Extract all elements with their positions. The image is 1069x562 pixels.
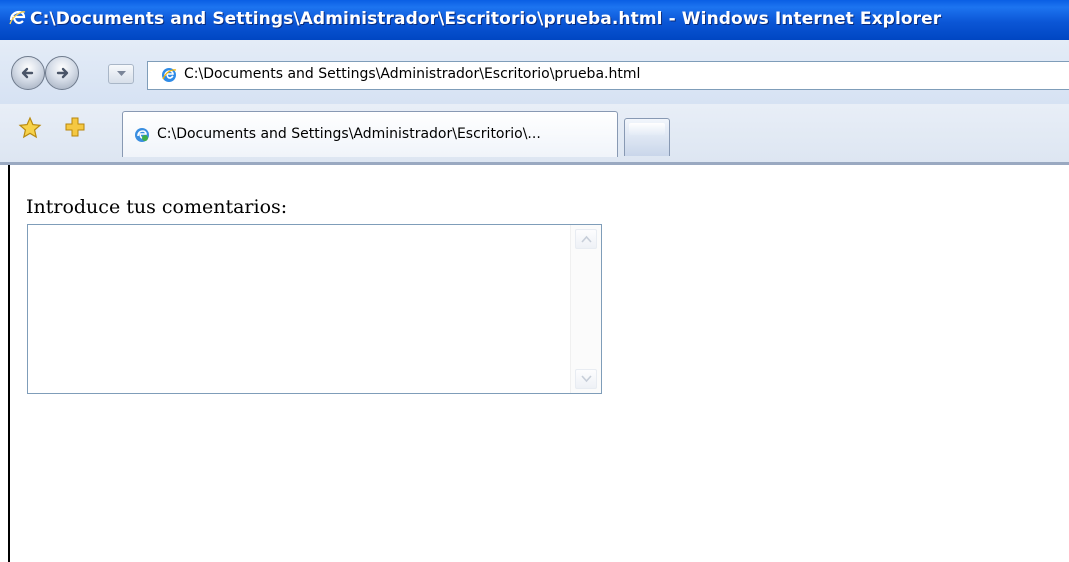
new-tab-button[interactable] <box>624 118 670 156</box>
tab-label: C:\Documents and Settings\Administrador\… <box>157 126 541 142</box>
address-url: C:\Documents and Settings\Administrador\… <box>184 66 641 82</box>
chevron-up-icon <box>581 235 592 243</box>
comments-textarea[interactable] <box>27 224 602 394</box>
chevron-down-icon <box>581 375 592 383</box>
scroll-down-button[interactable] <box>575 369 597 389</box>
add-favorite-icon[interactable] <box>64 116 86 138</box>
new-tab-highlight <box>629 123 665 135</box>
ie-tab-icon <box>135 128 149 142</box>
textarea-scrollbar[interactable] <box>570 225 601 393</box>
title-bar[interactable]: C:\Documents and Settings\Administrador\… <box>0 0 1069 41</box>
forward-button[interactable] <box>45 56 79 90</box>
scroll-up-button[interactable] <box>575 229 597 249</box>
address-bar[interactable]: C:\Documents and Settings\Administrador\… <box>147 61 1069 90</box>
tab-current-page[interactable]: C:\Documents and Settings\Administrador\… <box>122 111 618 157</box>
ie-page-icon <box>162 68 177 82</box>
forward-arrow-icon <box>56 67 69 79</box>
ie-window: C:\Documents and Settings\Administrador\… <box>0 0 1069 562</box>
back-button[interactable] <box>11 56 45 90</box>
favorites-star-icon[interactable] <box>18 116 42 140</box>
ie-logo-icon <box>9 10 26 25</box>
chevron-down-icon <box>117 71 126 76</box>
recent-pages-dropdown[interactable] <box>108 64 134 84</box>
window-title: C:\Documents and Settings\Administrador\… <box>30 9 942 29</box>
back-arrow-icon <box>21 67 34 79</box>
comments-label: Introduce tus comentarios: <box>26 196 288 218</box>
